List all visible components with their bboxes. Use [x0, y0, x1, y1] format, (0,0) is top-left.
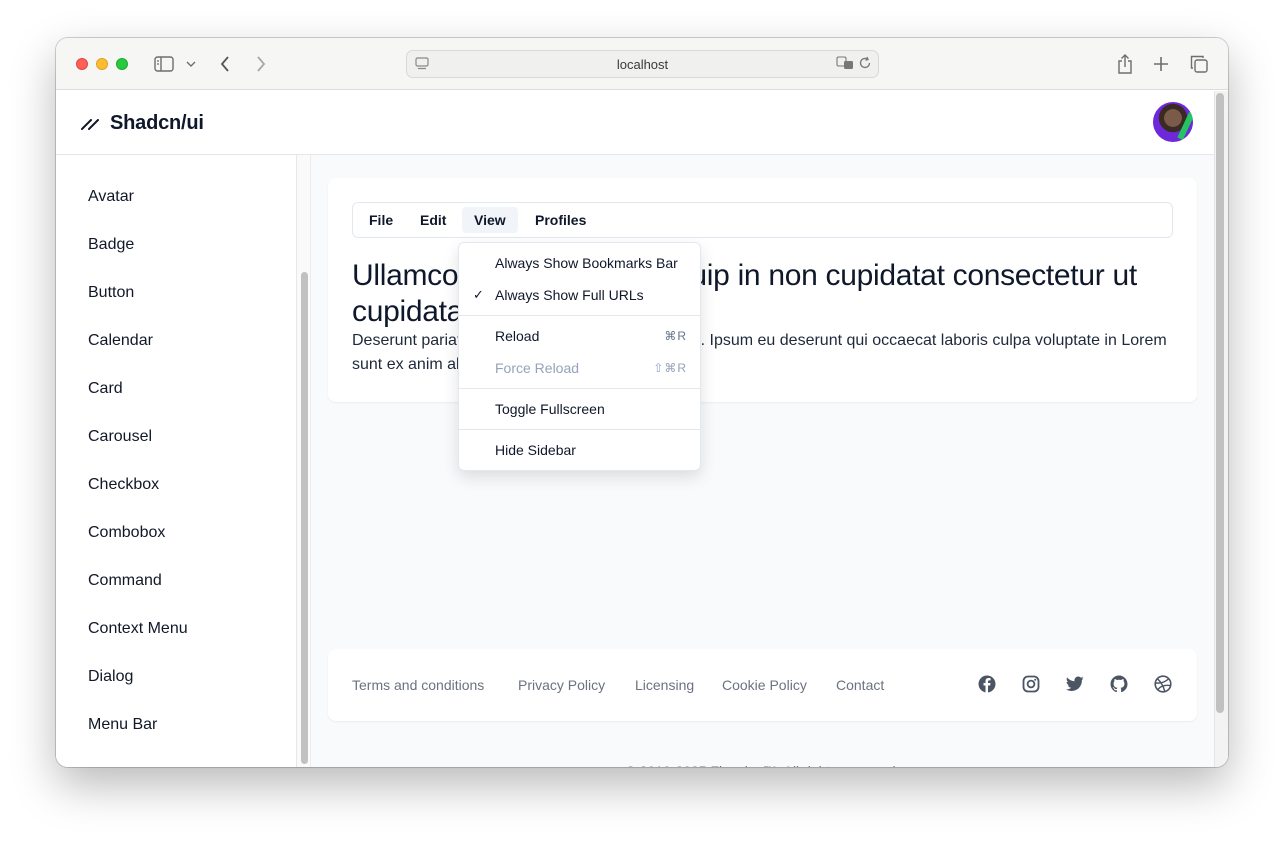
footer-link-cookie[interactable]: Cookie Policy [722, 677, 807, 693]
sidebar-item-context-menu[interactable]: Context Menu [88, 620, 188, 638]
sidebar-item-calendar[interactable]: Calendar [88, 332, 153, 350]
sidebar-item-command[interactable]: Command [88, 572, 162, 590]
translate-icon[interactable] [836, 56, 854, 73]
sidebar-item-dialog[interactable]: Dialog [88, 668, 133, 686]
reload-shortcut: ⌘R [664, 329, 687, 343]
twitter-icon[interactable] [1066, 675, 1084, 693]
menu-item-always-show-bookmarks-bar[interactable]: Always Show Bookmarks Bar [459, 247, 700, 279]
menu-bar: File Edit View Profiles [352, 202, 1173, 238]
menu-profiles[interactable]: Profiles [523, 207, 598, 233]
menu-item-force-reload: Force Reload ⇧⌘R [495, 360, 687, 376]
menu-item-hide-sidebar[interactable]: Hide Sidebar [459, 434, 700, 466]
sidebar-item-avatar[interactable]: Avatar [88, 188, 134, 206]
site-header: Shadcn/ui [56, 91, 1214, 155]
sidebar-item-menu-bar[interactable]: Menu Bar [88, 716, 157, 734]
check-icon: ✓ [473, 287, 484, 302]
maximize-window-button[interactable] [116, 58, 128, 70]
view-menu-dropdown: Always Show Bookmarks Bar ✓ Always Show … [458, 242, 701, 471]
brand-link[interactable]: Shadcn/ui [80, 111, 204, 136]
user-avatar[interactable] [1153, 102, 1193, 142]
dribbble-icon[interactable] [1154, 675, 1172, 693]
component-sidebar: Avatar Badge Button Calendar Card Carous… [56, 155, 297, 767]
close-window-button[interactable] [76, 58, 88, 70]
sidebar-item-button[interactable]: Button [88, 284, 134, 302]
page-scrollbar-thumb[interactable] [1216, 93, 1224, 713]
sidebar-item-badge[interactable]: Badge [88, 236, 134, 254]
menu-separator [459, 429, 700, 430]
sidebar-toggle-icon[interactable] [152, 52, 176, 76]
logo-icon [80, 111, 100, 136]
sidebar-item-card[interactable]: Card [88, 380, 123, 398]
url-bar[interactable]: localhost [406, 50, 879, 78]
menu-separator [459, 388, 700, 389]
web-page: Shadcn/ui Avatar Badge Button Calendar C… [56, 91, 1228, 767]
copyright-text: © 2019-2025 Flowrise™. All rights reserv… [328, 763, 1197, 767]
new-tab-icon[interactable] [1150, 52, 1172, 76]
menu-item-reload[interactable]: Reload ⌘R [459, 320, 700, 352]
footer-link-licensing[interactable]: Licensing [635, 677, 694, 693]
force-reload-shortcut: ⇧⌘R [653, 361, 687, 375]
forward-icon[interactable] [252, 52, 270, 76]
sidebar-item-carousel[interactable]: Carousel [88, 428, 152, 446]
sidebar-scrollbar-thumb[interactable] [301, 272, 308, 764]
url-text: localhost [616, 56, 669, 72]
menu-file[interactable]: File [357, 207, 405, 233]
footer-link-privacy[interactable]: Privacy Policy [518, 677, 605, 693]
menu-item-always-show-full-urls[interactable]: ✓ Always Show Full URLs [459, 279, 700, 311]
menu-item-toggle-fullscreen[interactable]: Toggle Fullscreen [459, 393, 700, 425]
tab-overview-icon[interactable] [1188, 52, 1210, 76]
instagram-icon[interactable] [1022, 675, 1040, 693]
page-settings-icon[interactable] [415, 57, 429, 74]
sidebar-item-clipped [88, 155, 208, 159]
minimize-window-button[interactable] [96, 58, 108, 70]
reload-icon[interactable] [858, 56, 872, 73]
browser-toolbar: localhost [56, 38, 1228, 90]
site-footer: Terms and conditions Privacy Policy Lice… [328, 649, 1197, 721]
browser-window: localhost Shadcn/ui Avatar Badge Button … [56, 38, 1228, 767]
footer-link-contact[interactable]: Contact [836, 677, 884, 693]
brand-name: Shadcn/ui [110, 112, 204, 134]
menu-separator [459, 315, 700, 316]
menu-edit[interactable]: Edit [408, 207, 458, 233]
sidebar-item-checkbox[interactable]: Checkbox [88, 476, 159, 494]
menu-view[interactable]: View [462, 207, 518, 233]
facebook-icon[interactable] [978, 675, 996, 693]
footer-link-terms[interactable]: Terms and conditions [352, 677, 484, 693]
github-icon[interactable] [1110, 675, 1128, 693]
back-icon[interactable] [216, 52, 234, 76]
chevron-down-icon[interactable] [184, 52, 198, 76]
share-icon[interactable] [1114, 52, 1136, 76]
sidebar-item-combobox[interactable]: Combobox [88, 524, 165, 542]
